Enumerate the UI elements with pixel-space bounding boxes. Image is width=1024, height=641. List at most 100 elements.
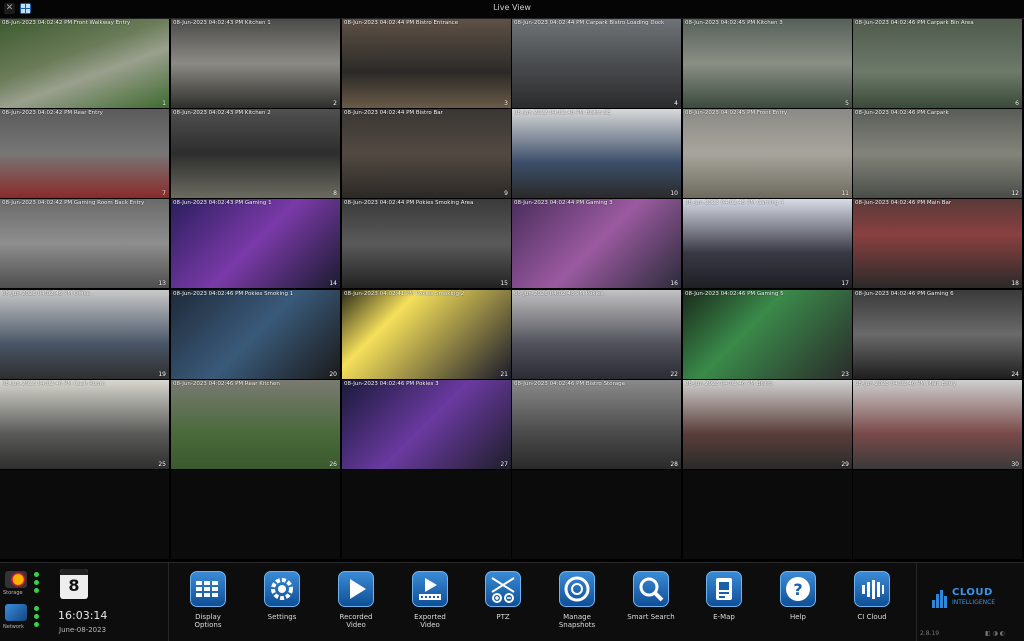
camera-tile[interactable]: 08-Jun-2023 04:02:46 PM Pokies Smoking 1… [171, 290, 340, 379]
camera-number: 1 [162, 100, 166, 107]
camera-overlay-text: 08-Jun-2023 04:02:46 PM Rear Kitchen [173, 381, 280, 387]
camera-overlay-text: 08-Jun-2023 04:02:42 PM Rear Entry [2, 110, 103, 116]
camera-tile[interactable]: 08-Jun-2023 04:02:46 PM Gaming 6 24 [853, 290, 1022, 379]
camera-overlay-text: 08-Jun-2023 04:02:46 PM Pokies 3 [344, 381, 439, 387]
camera-overlay-text: 08-Jun-2023 04:02:46 PM Pokies Smoking 1 [173, 291, 294, 297]
storage-status-dot [34, 588, 39, 593]
camera-tile[interactable]: 08-Jun-2023 04:02:43 PM Kitchen 2 8 [171, 109, 340, 198]
calendar-icon[interactable]: 8 [60, 569, 88, 599]
settings-button[interactable]: Settings [256, 571, 308, 637]
camera-number: 9 [504, 190, 508, 197]
camera-tile[interactable]: 08-Jun-2023 04:02:46 PM Main Entry 30 [853, 380, 1022, 469]
camera-tile[interactable]: 08-Jun-2023 04:02:44 PM Gaming 3 16 [512, 199, 681, 288]
map-document-icon [706, 571, 742, 607]
camera-tile[interactable]: 08-Jun-2023 04:02:45 PM Gaming 4 17 [683, 199, 852, 288]
camera-tile[interactable]: 08-Jun-2023 04:02:46 PM Carpark 12 [853, 109, 1022, 198]
camera-number: 5 [845, 100, 849, 107]
camera-tile[interactable]: 08-Jun-2023 04:02:45 PM Kitchen 3 5 [683, 19, 852, 108]
camera-overlay-text: 08-Jun-2023 04:02:45 PM Office [2, 291, 90, 297]
system-status: Storage Network [0, 563, 48, 641]
ci-cloud-button[interactable]: CI Cloud [846, 571, 898, 637]
current-time: 16:03:14 [58, 609, 108, 622]
camera-tile[interactable]: 08-Jun-2023 04:02:42 PM Gaming Room Back… [0, 199, 169, 288]
camera-tile[interactable]: 08-Jun-2023 04:02:43 PM Kitchen 1 2 [171, 19, 340, 108]
camera-tile[interactable]: 08-Jun-2023 04:02:46 PM Pokies 3 27 [342, 380, 511, 469]
camera-overlay-text: 08-Jun-2023 04:02:44 PM Gaming 3 [514, 200, 613, 206]
export-film-icon [412, 571, 448, 607]
camera-tile[interactable]: 08-Jun-2023 04:02:46 PM Bistro 29 [683, 380, 852, 469]
camera-overlay-text: 08-Jun-2023 04:02:44 PM Pokies Smoking A… [344, 200, 474, 206]
gear-icon [264, 571, 300, 607]
smart-search-button[interactable]: Smart Search [625, 571, 677, 637]
manage-snapshots-button[interactable]: Manage Snapshots [551, 571, 603, 637]
empty-camera-slot[interactable] [0, 470, 169, 559]
camera-tile[interactable]: 08-Jun-2023 04:02:44 PM Carpark Bistro L… [512, 19, 681, 108]
camera-overlay-text: 08-Jun-2023 04:02:46 PM Gaming 6 [855, 291, 954, 297]
camera-tile[interactable]: 08-Jun-2023 04:02:46 PM Cash Room 25 [0, 380, 169, 469]
camera-number: 26 [329, 461, 337, 468]
camera-tile[interactable]: 08-Jun-2023 04:02:44 PM Bistro Entrance 3 [342, 19, 511, 108]
camera-number: 18 [1011, 280, 1019, 287]
exported-video-button[interactable]: Exported Video [404, 571, 456, 637]
camera-overlay-text: 08-Jun-2023 04:02:43 PM Kitchen 2 [173, 110, 271, 116]
camera-number: 21 [500, 371, 508, 378]
camera-tile[interactable]: 08-Jun-2023 04:02:42 PM Front Walkway En… [0, 19, 169, 108]
smart-search-label: Smart Search [627, 613, 675, 621]
camera-overlay-text: 08-Jun-2023 04:02:44 PM Carpark Bistro L… [514, 20, 665, 26]
camera-overlay-text: 08-Jun-2023 04:02:48 PM Pokies [514, 291, 604, 297]
display-options-button[interactable]: Display Options [182, 571, 234, 637]
network-status-dot [34, 622, 39, 627]
camera-overlay-text: 08-Jun-2023 04:02:46 PM Bistro Storage [514, 381, 625, 387]
camera-number: 13 [158, 280, 166, 287]
camera-tile[interactable]: 08-Jun-2023 04:02:44 PM Pokies Smoking A… [342, 199, 511, 288]
camera-lens-icon [559, 571, 595, 607]
camera-overlay-text: 08-Jun-2023 04:02:46 PM Bistro [685, 381, 773, 387]
storage-label: Storage [3, 590, 23, 596]
camera-overlay-text: 08-Jun-2023 04:02:43 PM Gaming 1 [173, 200, 272, 206]
camera-tile[interactable]: 08-Jun-2023 04:02:41 PM Pokies Smoking 2… [342, 290, 511, 379]
camera-number: 7 [162, 190, 166, 197]
recorded-video-button[interactable]: Recorded Video [330, 571, 382, 637]
camera-overlay-text: 08-Jun-2023 04:02:46 PM Carpark Bin Area [855, 20, 974, 26]
empty-camera-slot[interactable] [683, 470, 852, 559]
camera-tile[interactable]: 08-Jun-2023 04:02:48 PM Pokies 22 [512, 290, 681, 379]
camera-number: 3 [504, 100, 508, 107]
cloud-bars-icon [854, 571, 890, 607]
camera-number: 16 [670, 280, 678, 287]
storage-icon[interactable] [5, 571, 27, 588]
camera-tile[interactable]: 08-Jun-2023 04:02:46 PM Rear Kitchen 26 [171, 380, 340, 469]
footer-logo-icon: ◧ ◑ ◐ [985, 630, 1005, 637]
camera-tile[interactable]: 08-Jun-2023 04:02:45 PM Office 19 [0, 290, 169, 379]
ptz-button[interactable]: PTZ [477, 571, 529, 637]
camera-tile[interactable]: 08-Jun-2023 04:02:42 PM Rear Entry 7 [0, 109, 169, 198]
emap-button[interactable]: E-Map [698, 571, 750, 637]
camera-number: 14 [329, 280, 337, 287]
camera-number: 25 [158, 461, 166, 468]
camera-tile[interactable]: 08-Jun-2023 04:02:46 PM Bistro Storage 28 [512, 380, 681, 469]
camera-tile[interactable]: 08-Jun-2023 04:02:46 PM Gaming 5 23 [683, 290, 852, 379]
camera-tile[interactable]: 08-Jun-2023 04:02:44 PM Bistro Bar 9 [342, 109, 511, 198]
window-title: Live View [493, 3, 531, 12]
camera-tile[interactable]: 08-Jun-2023 04:02:45 PM Front Entry 11 [683, 109, 852, 198]
ci-cloud-label: CI Cloud [857, 613, 887, 621]
network-status-dot [34, 614, 39, 619]
camera-number: 23 [841, 371, 849, 378]
ptz-label: PTZ [496, 613, 510, 621]
camera-overlay-text: 08-Jun-2023 04:02:46 PM Main Entry [855, 381, 957, 387]
network-icon[interactable] [5, 604, 27, 621]
camera-tile[interactable]: 08-Jun-2023 04:02:46 PM Main Bar 18 [853, 199, 1022, 288]
empty-camera-slot[interactable] [512, 470, 681, 559]
display-grid-icon [190, 571, 226, 607]
help-button[interactable]: ? Help [772, 571, 824, 637]
help-label: Help [790, 613, 806, 621]
network-status-dot [34, 606, 39, 611]
camera-tile[interactable]: 08-Jun-2023 04:02:48 PM Bistro SE 10 [512, 109, 681, 198]
camera-tile[interactable]: 08-Jun-2023 04:02:43 PM Gaming 1 14 [171, 199, 340, 288]
empty-camera-slot[interactable] [853, 470, 1022, 559]
camera-number: 11 [841, 190, 849, 197]
clock-panel: 8 16:03:14 June-08-2023 [52, 563, 167, 641]
camera-number: 10 [670, 190, 678, 197]
empty-camera-slot[interactable] [171, 470, 340, 559]
empty-camera-slot[interactable] [342, 470, 511, 559]
camera-tile[interactable]: 08-Jun-2023 04:02:46 PM Carpark Bin Area… [853, 19, 1022, 108]
